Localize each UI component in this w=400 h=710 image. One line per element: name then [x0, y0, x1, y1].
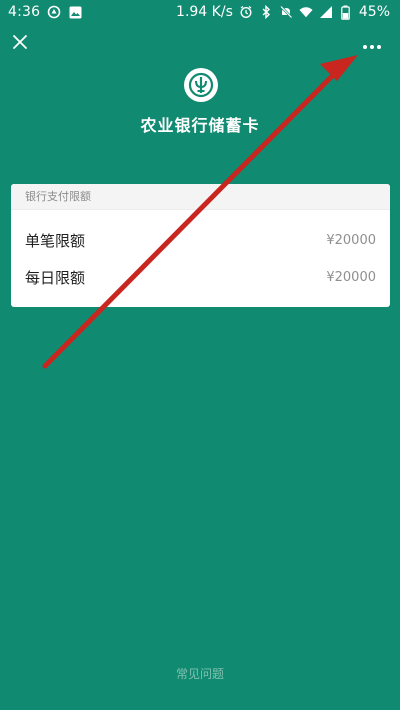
network-speed: 1.94 K/s [176, 4, 233, 20]
mute-icon [279, 5, 293, 19]
more-dots-icon [362, 35, 382, 54]
bank-card-limit-screen: 4:36 1.94 K/s 45% 农业银行储蓄卡 银行支付限额 单笔限额 ¥2… [0, 0, 400, 710]
battery-icon [339, 5, 353, 20]
agricultural-bank-logo-icon [184, 68, 218, 102]
bluetooth-icon [259, 5, 273, 19]
battery-percent: 45% [358, 4, 390, 20]
close-icon [12, 34, 28, 54]
status-bar-left: 4:36 [8, 0, 82, 24]
status-bar-right: 1.94 K/s 45% [176, 0, 390, 24]
status-time: 4:36 [8, 4, 41, 20]
limit-value: ¥20000 [326, 233, 376, 248]
image-icon [68, 5, 82, 19]
signal-icon [319, 5, 333, 19]
limit-label: 单笔限额 [25, 232, 86, 250]
panel-section-title: 银行支付限额 [11, 184, 390, 210]
limit-row-daily: 每日限额 ¥20000 [11, 259, 390, 296]
more-options-button[interactable] [358, 34, 386, 54]
card-title: 农业银行储蓄卡 [140, 116, 260, 135]
limit-value: ¥20000 [326, 270, 376, 285]
close-button[interactable] [8, 32, 32, 56]
limit-row-single: 单笔限额 ¥20000 [11, 222, 390, 259]
limit-label: 每日限额 [25, 269, 86, 287]
notification-app-icon [47, 5, 61, 19]
wifi-icon [299, 5, 313, 19]
status-bar: 4:36 1.94 K/s 45% [0, 0, 400, 24]
alarm-icon [239, 5, 253, 19]
payment-limits-panel: 银行支付限额 单笔限额 ¥20000 每日限额 ¥20000 [11, 184, 390, 307]
annotation-arrow [42, 55, 358, 369]
faq-link[interactable]: 常见问题 [0, 665, 400, 682]
